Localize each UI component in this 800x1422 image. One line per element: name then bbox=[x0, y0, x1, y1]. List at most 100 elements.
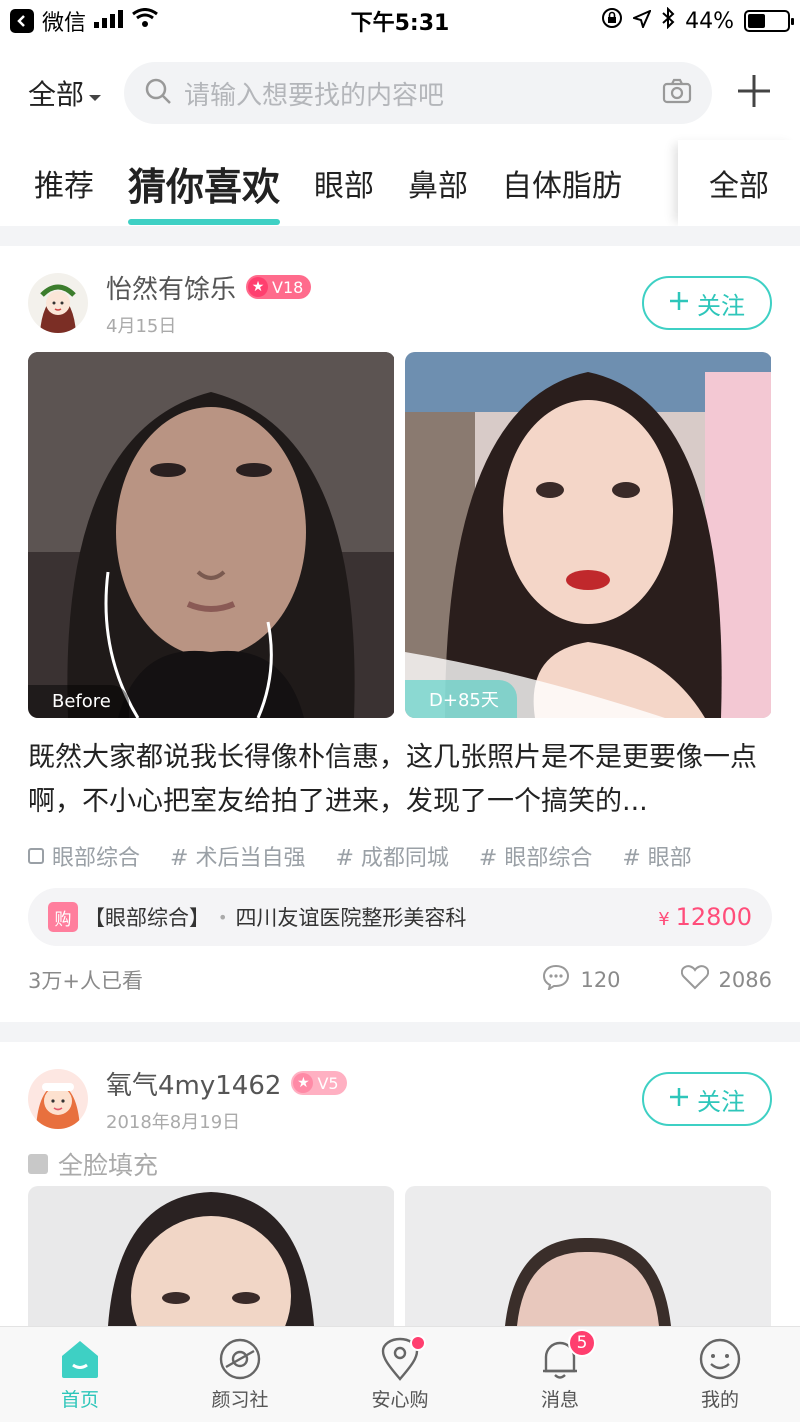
tab-label: 我的 bbox=[700, 1389, 739, 1411]
category-icon bbox=[28, 848, 44, 864]
post-author-row: 氧气4my1462 ★ V5 2018年8月19日 关注 bbox=[28, 1064, 772, 1134]
category-icon bbox=[28, 1154, 48, 1174]
price-value: 12800 bbox=[675, 903, 752, 931]
tag-label: 眼部综合 bbox=[52, 846, 141, 871]
tag-item[interactable]: # 成都同城 bbox=[335, 840, 448, 872]
post-tags: 眼部综合 # 术后当自强 # 成都同城 # 眼部综合 # 眼部 bbox=[28, 840, 788, 872]
after-photo[interactable] bbox=[405, 1186, 772, 1326]
category-tabs: 推荐 猜你喜欢 眼部 鼻部 自体脂肪 全部 bbox=[0, 140, 800, 226]
view-count: 3万+人已看 bbox=[28, 968, 143, 993]
avatar[interactable] bbox=[28, 273, 88, 333]
bottom-tab-bar: 首页 颜习社 安心购 5 消息 我的 bbox=[0, 1326, 800, 1422]
tag-item[interactable]: # 眼部综合 bbox=[479, 840, 592, 872]
tab-label: 首页 bbox=[60, 1389, 99, 1411]
after-photo[interactable]: D+85天 bbox=[405, 352, 772, 718]
category-label: 全脸填充 bbox=[58, 1151, 159, 1180]
post-date: 2018年8月19日 bbox=[106, 1111, 241, 1133]
tab-messages[interactable]: 5 消息 bbox=[480, 1327, 640, 1422]
avatar[interactable] bbox=[28, 1069, 88, 1129]
tab-recommend[interactable]: 推荐 bbox=[0, 161, 94, 205]
tab-fat-graft[interactable]: 自体脂肪 bbox=[468, 161, 622, 205]
post-photos bbox=[28, 1186, 772, 1326]
hospital-name: 四川友谊医院整形美容科 bbox=[235, 906, 467, 930]
home-icon bbox=[58, 1337, 102, 1381]
status-time: 下午5:31 bbox=[350, 11, 450, 36]
product-link-bar[interactable]: 购 【眼部综合】 • 四川友谊医院整形美容科 ¥ 12800 bbox=[28, 888, 772, 946]
level-badge: ★ V5 bbox=[291, 1071, 347, 1095]
smiley-icon bbox=[698, 1337, 742, 1381]
author-name[interactable]: 氧气4my1462 bbox=[106, 1065, 281, 1102]
comment-count: 120 bbox=[580, 967, 621, 992]
star-icon: ★ bbox=[248, 277, 269, 297]
wifi-icon bbox=[132, 8, 158, 34]
tab-community[interactable]: 颜习社 bbox=[160, 1327, 320, 1422]
plus-icon bbox=[669, 1085, 689, 1113]
level-text: V5 bbox=[317, 1073, 339, 1093]
tab-secure-shop[interactable]: 安心购 bbox=[320, 1327, 480, 1422]
separator-dot: • bbox=[218, 907, 228, 927]
post-stats: 3万+人已看 120 2086 bbox=[28, 964, 772, 995]
caret-down-icon bbox=[88, 77, 102, 110]
before-photo[interactable]: Before bbox=[28, 352, 395, 718]
level-badge: ★ V18 bbox=[246, 275, 312, 299]
tag-item[interactable]: # 术后当自强 bbox=[170, 840, 305, 872]
tag-item[interactable]: # 眼部 bbox=[622, 840, 691, 872]
plus-icon bbox=[669, 289, 689, 317]
follow-label: 关注 bbox=[697, 1087, 745, 1116]
tab-all-button[interactable]: 全部 bbox=[678, 140, 800, 226]
search-input[interactable]: 请输入想要找的内容吧 bbox=[124, 62, 712, 124]
before-photo[interactable] bbox=[28, 1186, 395, 1326]
message-badge: 5 bbox=[568, 1329, 596, 1357]
search-header: 全部 请输入想要找的内容吧 bbox=[0, 60, 800, 126]
back-arrow-icon[interactable] bbox=[10, 9, 34, 33]
camera-icon[interactable] bbox=[662, 78, 692, 108]
notification-dot bbox=[410, 1335, 426, 1351]
plus-icon bbox=[736, 73, 772, 113]
planet-icon bbox=[218, 1337, 262, 1381]
tab-eyes[interactable]: 眼部 bbox=[280, 161, 374, 205]
tab-guess-you-like[interactable]: 猜你喜欢 bbox=[94, 156, 281, 225]
tab-label: 颜习社 bbox=[211, 1389, 269, 1411]
tab-label: 消息 bbox=[540, 1389, 579, 1411]
post-text[interactable]: 既然大家都说我长得像朴信惠，这几张照片是不是更要像一点啊，不小心把室友给拍了进来… bbox=[28, 736, 772, 824]
section-divider bbox=[0, 1022, 800, 1042]
follow-button[interactable]: 关注 bbox=[642, 1072, 772, 1126]
tab-home[interactable]: 首页 bbox=[0, 1327, 160, 1422]
add-post-button[interactable] bbox=[712, 73, 772, 113]
location-icon bbox=[631, 8, 653, 34]
section-divider bbox=[0, 226, 800, 246]
tag-category[interactable]: 眼部综合 bbox=[28, 840, 140, 872]
currency-symbol: ¥ bbox=[658, 909, 670, 930]
scope-label: 全部 bbox=[28, 78, 85, 111]
post-author-row: 怡然有馀乐 ★ V18 4月15日 关注 bbox=[28, 268, 772, 338]
rotation-lock-icon bbox=[601, 7, 623, 35]
search-placeholder: 请输入想要找的内容吧 bbox=[184, 80, 445, 111]
search-icon bbox=[144, 77, 172, 109]
tab-nose[interactable]: 鼻部 bbox=[374, 161, 468, 205]
like-button[interactable]: 2086 bbox=[680, 964, 772, 995]
comment-button[interactable]: 120 bbox=[542, 964, 621, 995]
follow-label: 关注 bbox=[697, 291, 745, 320]
author-name[interactable]: 怡然有馀乐 bbox=[106, 269, 236, 306]
post-category[interactable]: 全脸填充 bbox=[28, 1146, 158, 1182]
shop-icon: 购 bbox=[48, 902, 78, 932]
status-bar: 微信 下午5:31 44% bbox=[0, 0, 800, 42]
after-label: D+85天 bbox=[405, 680, 517, 718]
like-count: 2086 bbox=[718, 967, 772, 992]
back-app-label[interactable]: 微信 bbox=[42, 5, 86, 37]
signal-icon bbox=[94, 9, 124, 34]
comment-icon bbox=[542, 964, 570, 995]
product-price: ¥ 12800 bbox=[658, 903, 752, 931]
heart-icon bbox=[680, 964, 709, 995]
bell-icon: 5 bbox=[538, 1329, 596, 1381]
location-pin-icon bbox=[378, 1335, 426, 1381]
star-icon: ★ bbox=[293, 1073, 314, 1093]
tab-profile[interactable]: 我的 bbox=[640, 1327, 800, 1422]
scope-dropdown[interactable]: 全部 bbox=[28, 73, 124, 113]
battery-percent: 44% bbox=[685, 8, 734, 34]
product-title: 【眼部综合】 bbox=[84, 906, 210, 930]
post-photos: Before D+85天 bbox=[28, 352, 772, 718]
follow-button[interactable]: 关注 bbox=[642, 276, 772, 330]
before-label: Before bbox=[28, 685, 129, 718]
tab-label: 安心购 bbox=[371, 1389, 429, 1411]
